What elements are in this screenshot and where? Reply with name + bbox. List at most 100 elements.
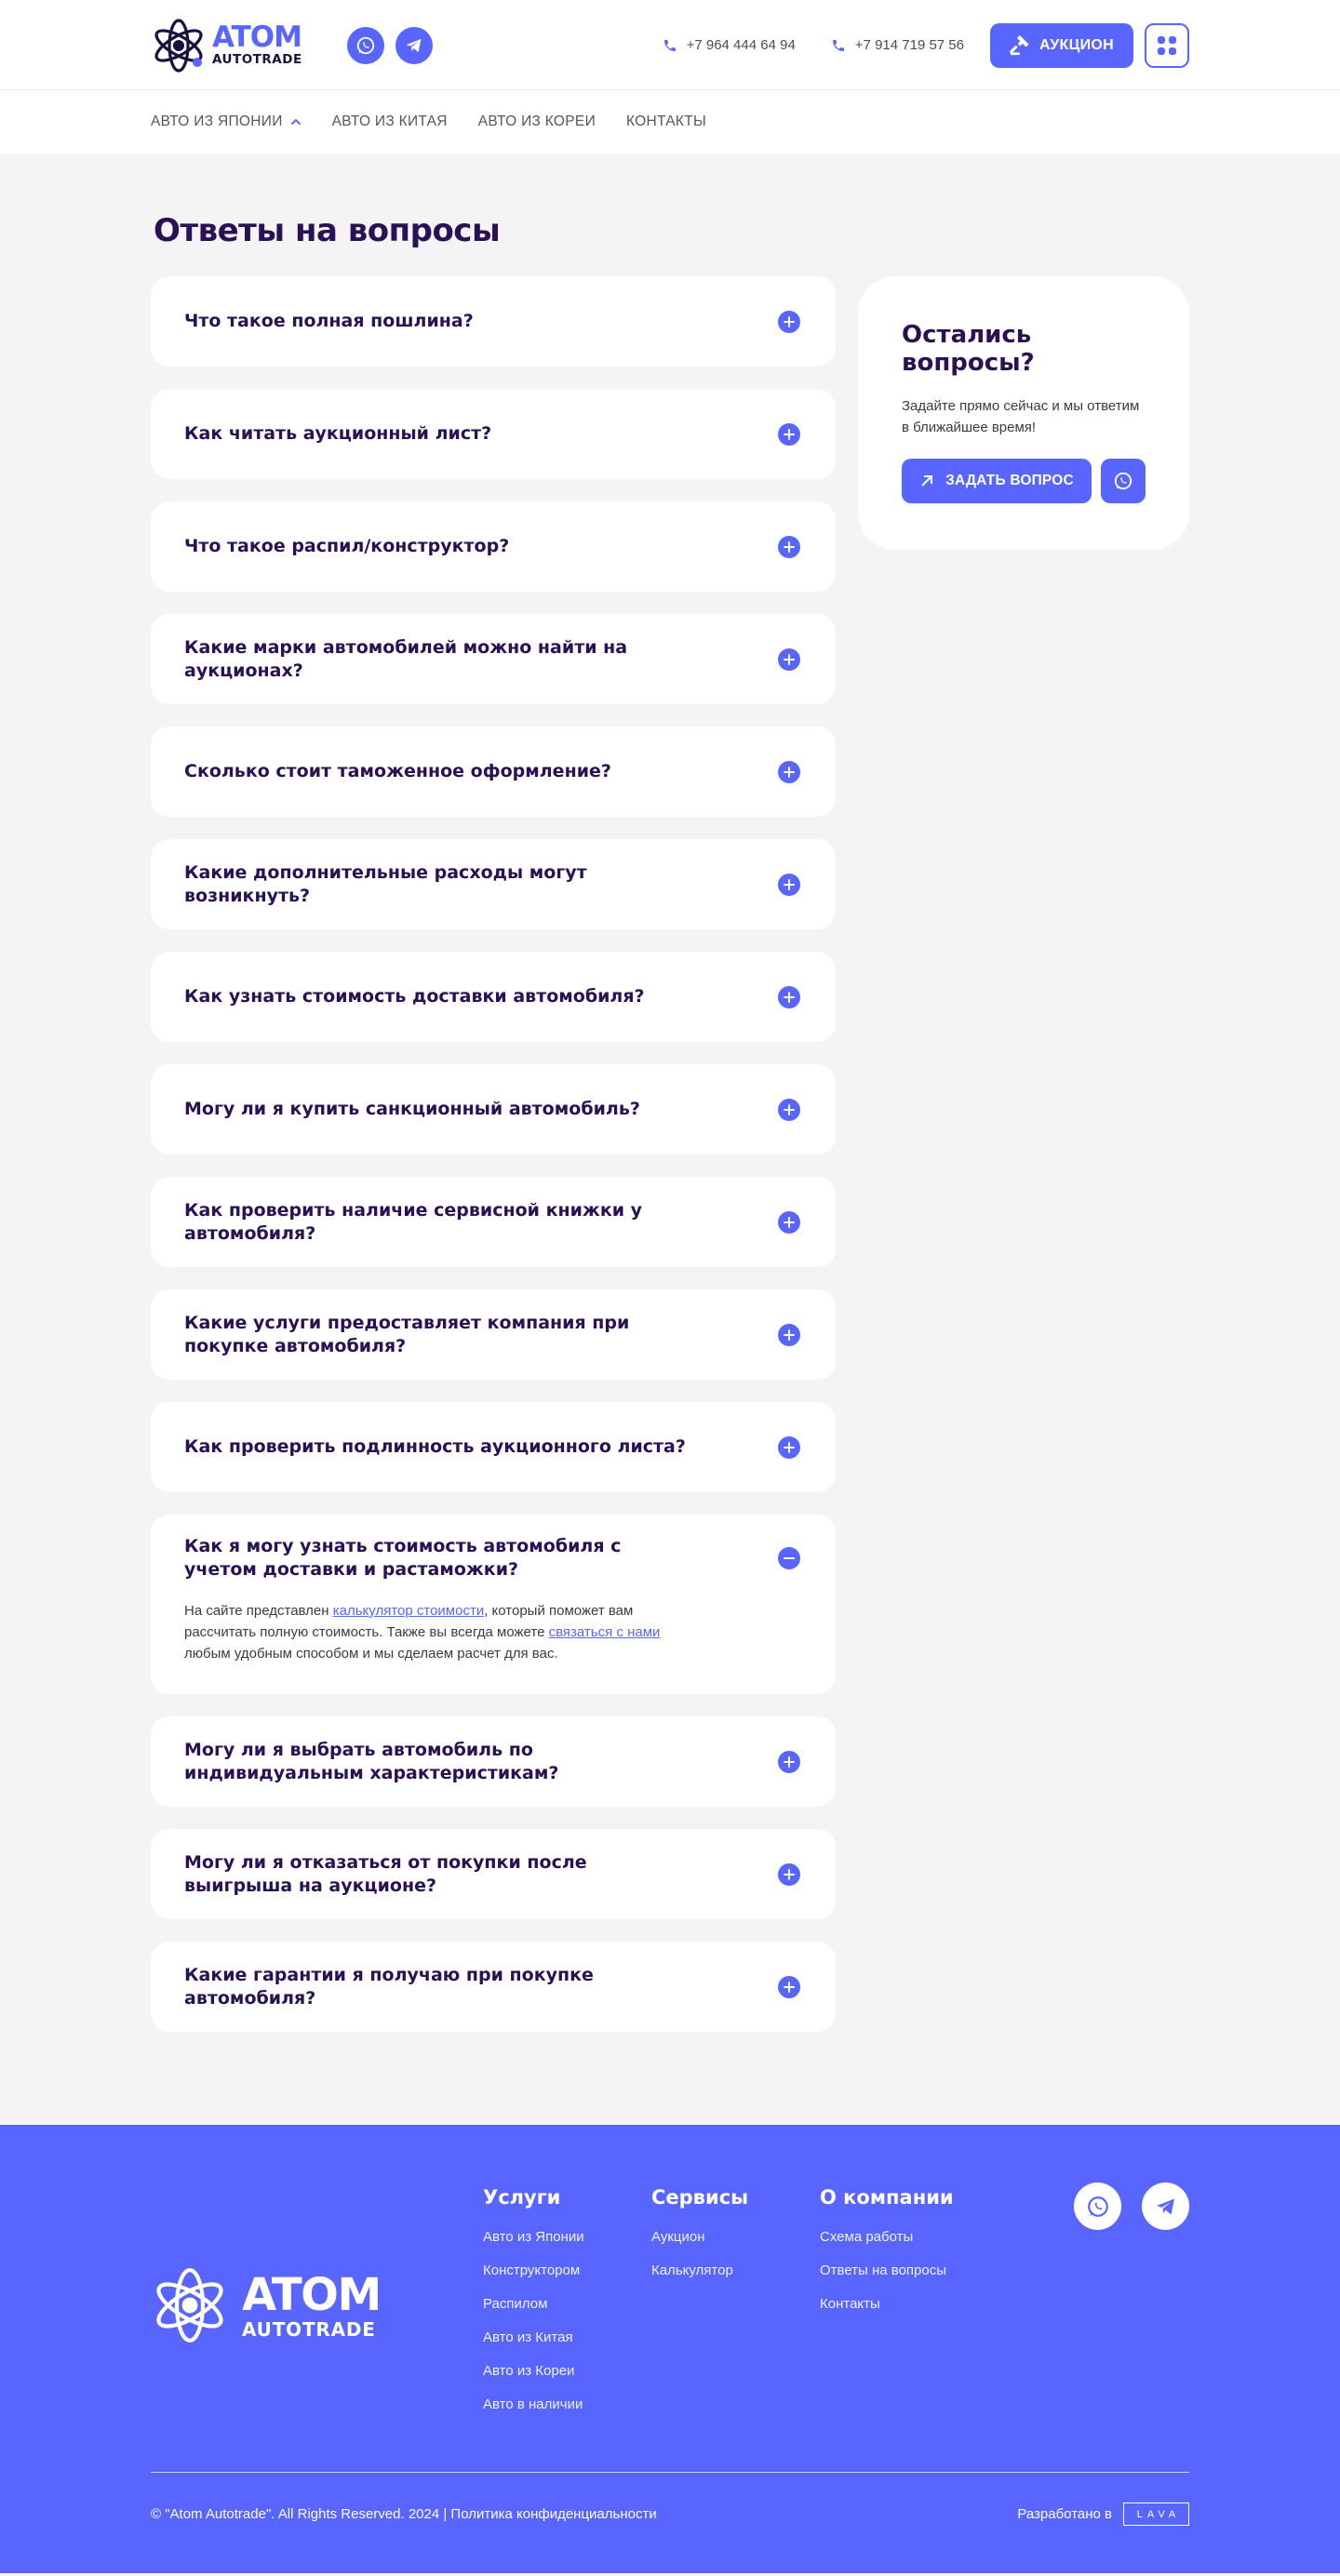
auction-button-label: АУКЦИОН	[1039, 36, 1114, 53]
main-content: Ответы на вопросы Что такое полная пошли…	[0, 153, 1340, 2573]
footer-link[interactable]: Схема работы	[820, 2229, 1073, 2245]
faq-answer: На сайте представлен калькулятор стоимос…	[184, 1600, 705, 1664]
faq-item-open[interactable]: Как я могу узнать стоимость автомобиля с…	[151, 1515, 836, 1694]
faq-question: Как читать аукционный лист?	[184, 423, 492, 444]
faq-item[interactable]: Могу ли я отказаться от покупки после вы…	[151, 1829, 836, 1919]
nav-item-china[interactable]: АВТО ИЗ КИТАЯ	[332, 113, 448, 130]
nav-item-label: АВТО ИЗ ЯПОНИИ	[151, 113, 283, 129]
whatsapp-icon	[356, 36, 374, 54]
developer-credit[interactable]: Разработано в LAVA	[1017, 2503, 1189, 2526]
phone-icon	[832, 39, 844, 51]
telegram-icon	[1156, 2198, 1174, 2214]
nav-item-japan[interactable]: АВТО ИЗ ЯПОНИИ	[151, 113, 302, 130]
logo-wordmark: ATOM	[212, 20, 302, 55]
faq-question: Какие услуги предоставляет компания при …	[184, 1312, 630, 1356]
auction-button[interactable]: АУКЦИОН	[990, 22, 1133, 68]
phone-number-2: +7 914 719 57 56	[854, 37, 964, 53]
plus-icon[interactable]	[778, 1098, 800, 1121]
nav-item-label: АВТО ИЗ КИТАЯ	[331, 113, 448, 129]
nav-item-korea[interactable]: АВТО ИЗ КОРЕИ	[478, 113, 596, 130]
calculator-link[interactable]: калькулятор стоимости	[333, 1603, 484, 1619]
plus-icon[interactable]	[778, 1435, 800, 1459]
faq-item[interactable]: Какие услуги предоставляет компания при …	[151, 1289, 836, 1380]
plus-icon[interactable]	[778, 1323, 800, 1346]
plus-icon[interactable]	[778, 647, 800, 671]
plus-icon[interactable]	[778, 1862, 800, 1886]
faq-question: Что такое распил/конструктор?	[184, 536, 510, 556]
faq-item[interactable]: Сколько стоит таможенное оформление?	[151, 727, 836, 817]
footer-link[interactable]: Распилом	[483, 2296, 651, 2312]
developed-by-label: Разработано в	[1017, 2506, 1112, 2522]
footer-link[interactable]: Конструктором	[483, 2262, 651, 2278]
footer-telegram-button[interactable]	[1142, 2182, 1189, 2230]
faq-item[interactable]: Какие гарантии я получаю при покупке авт…	[151, 1942, 836, 2032]
faq-question: Какие дополнительные расходы могут возни…	[184, 861, 587, 906]
faq-question: Сколько стоит таможенное оформление?	[184, 761, 611, 781]
answer-text: любым удобным способом и мы сделаем расч…	[184, 1646, 558, 1662]
faq-question: Могу ли я купить санкционный автомобиль?	[184, 1099, 640, 1119]
main-nav: АВТО ИЗ ЯПОНИИ АВТО ИЗ КИТАЯ АВТО ИЗ КОР…	[0, 90, 1340, 153]
ask-question-button[interactable]: ЗАДАТЬ ВОПРОС	[902, 459, 1092, 503]
plus-icon[interactable]	[778, 873, 800, 896]
faq-item[interactable]: Могу ли я выбрать автомобиль по индивиду…	[151, 1716, 836, 1807]
footer-link[interactable]: Ответы на вопросы	[820, 2262, 1073, 2278]
telegram-button[interactable]	[395, 26, 433, 64]
plus-icon[interactable]	[778, 760, 800, 783]
footer-link[interactable]: Авто из Китая	[483, 2329, 651, 2345]
questions-card-title: Остались вопросы?	[902, 321, 1035, 377]
footer-divider	[151, 2472, 1189, 2473]
footer-link[interactable]: Аукцион	[651, 2229, 820, 2245]
faq-item[interactable]: Какие дополнительные расходы могут возни…	[151, 839, 836, 929]
plus-icon[interactable]	[778, 985, 800, 1008]
footer-whatsapp-button[interactable]	[1074, 2182, 1121, 2230]
ask-question-label: ЗАДАТЬ ВОПРОС	[945, 473, 1074, 488]
footer-logo-wordmark: ATOM	[242, 2268, 382, 2321]
faq-question: Как проверить наличие сервисной книжки у…	[184, 1199, 643, 1244]
footer-link[interactable]: Авто из Кореи	[483, 2363, 651, 2379]
phone-number-1: +7 964 444 64 94	[686, 37, 796, 53]
faq-question: Могу ли я отказаться от покупки после вы…	[184, 1851, 587, 1896]
faq-item[interactable]: Как проверить подлинность аукционного ли…	[151, 1402, 836, 1492]
plus-icon[interactable]	[778, 535, 800, 558]
nav-item-contacts[interactable]: КОНТАКТЫ	[626, 113, 706, 130]
plus-icon[interactable]	[778, 310, 800, 333]
chevron-up-icon	[290, 118, 301, 126]
footer-link[interactable]: Калькулятор	[651, 2262, 820, 2278]
plus-icon[interactable]	[778, 1975, 800, 1998]
footer-link[interactable]: Авто в наличии	[483, 2396, 651, 2412]
logo-subtitle: AUTOTRADE	[212, 52, 302, 68]
phone-link-1[interactable]: +7 964 444 64 94	[663, 37, 796, 53]
site-logo[interactable]: ATOM AUTOTRADE	[151, 18, 302, 73]
footer-column-tools: Сервисы Аукцион Калькулятор	[651, 2181, 820, 2430]
whatsapp-button[interactable]	[346, 26, 384, 64]
faq-item[interactable]: Как читать аукционный лист?	[151, 389, 836, 479]
faq-question: Какие марки автомобилей можно найти на а…	[184, 636, 628, 681]
faq-item[interactable]: Что такое распил/конструктор?	[151, 501, 836, 592]
footer-link[interactable]: Контакты	[820, 2296, 1073, 2312]
footer-logo[interactable]: ATOM AUTOTRADE	[151, 2181, 483, 2430]
faq-item[interactable]: Что такое полная пошлина?	[151, 276, 836, 367]
faq-question: Как узнать стоимость доставки автомобиля…	[184, 986, 645, 1007]
minus-icon[interactable]	[778, 1547, 800, 1569]
footer-column-services: Услуги Авто из Японии Конструктором Расп…	[483, 2181, 651, 2430]
menu-grid-button[interactable]	[1145, 22, 1189, 68]
site-footer: ATOM AUTOTRADE Услуги Авто из Японии Кон…	[0, 2125, 1340, 2573]
faq-item[interactable]: Могу ли я купить санкционный автомобиль?	[151, 1064, 836, 1155]
faq-item[interactable]: Какие марки автомобилей можно найти на а…	[151, 614, 836, 704]
faq-question: Какие гарантии я получаю при покупке авт…	[184, 1964, 594, 2009]
plus-icon[interactable]	[778, 422, 800, 446]
faq-item[interactable]: Как проверить наличие сервисной книжки у…	[151, 1177, 836, 1267]
faq-item[interactable]: Как узнать стоимость доставки автомобиля…	[151, 952, 836, 1042]
footer-link[interactable]: Авто из Японии	[483, 2229, 651, 2245]
copyright-text[interactable]: © "Atom Autotrade". All Rights Reserved.…	[151, 2506, 657, 2522]
whatsapp-button[interactable]	[1101, 459, 1146, 503]
plus-icon[interactable]	[778, 1750, 800, 1773]
atom-logo-icon	[154, 18, 203, 73]
faq-question: Как проверить подлинность аукционного ли…	[184, 1436, 686, 1457]
contact-us-link[interactable]: связаться с нами	[549, 1624, 661, 1640]
phone-link-2[interactable]: +7 914 719 57 56	[831, 37, 964, 53]
plus-icon[interactable]	[778, 1210, 800, 1234]
footer-column-title: Сервисы	[651, 2186, 749, 2209]
questions-card-text: Задайте прямо сейчас и мы ответим в ближ…	[902, 398, 1140, 435]
nav-item-label: АВТО ИЗ КОРЕИ	[477, 113, 596, 129]
